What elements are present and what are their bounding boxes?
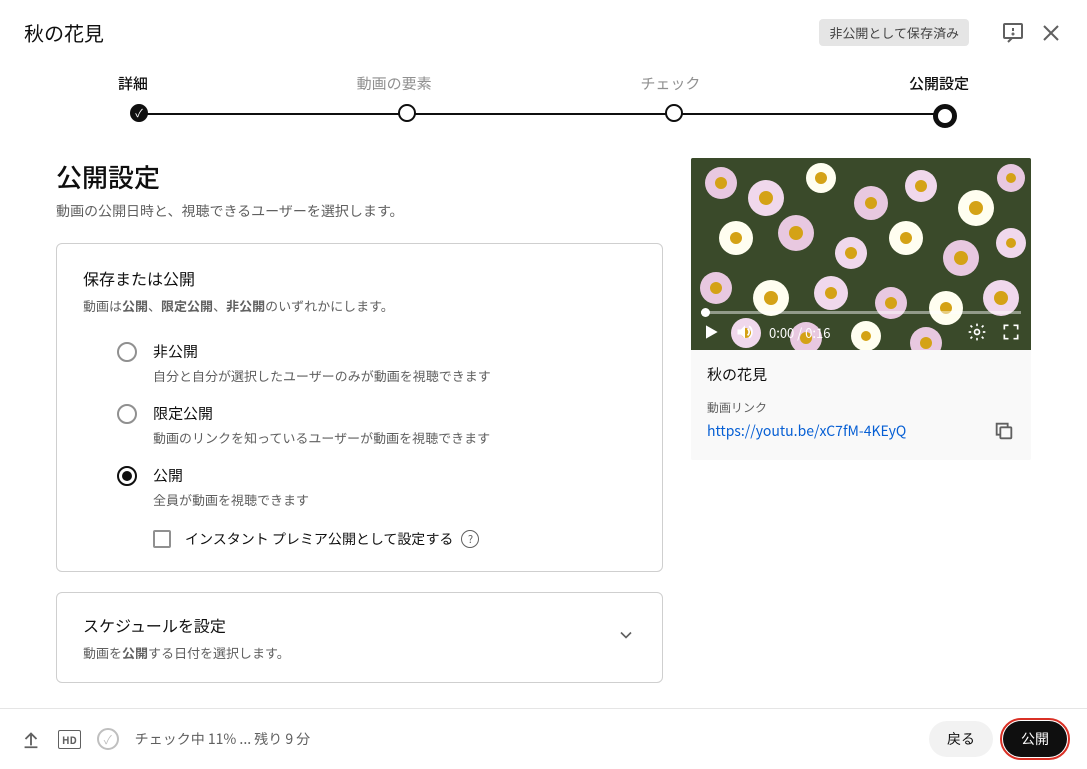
- schedule-title: スケジュールを設定: [83, 613, 290, 637]
- hd-badge: HD: [58, 730, 81, 749]
- volume-icon[interactable]: [735, 322, 755, 342]
- step-dot-details[interactable]: [130, 104, 148, 122]
- step-label-visibility[interactable]: 公開設定: [909, 73, 969, 94]
- check-progress-icon: ✓: [97, 728, 119, 750]
- publish-button[interactable]: 公開: [1003, 721, 1067, 757]
- save-card-title: 保存または公開: [83, 266, 636, 290]
- dialog-header: 秋の花見 非公開として保存済み: [0, 0, 1087, 61]
- copy-icon[interactable]: [993, 420, 1015, 442]
- dialog-content: 公開設定 動画の公開日時と、視聴できるユーザーを選択します。 保存または公開 動…: [0, 134, 1087, 708]
- close-icon[interactable]: [1039, 21, 1063, 45]
- schedule-subtitle: 動画を公開する日付を選択します。: [83, 643, 290, 662]
- step-dot-visibility[interactable]: [933, 104, 957, 128]
- dialog-title: 秋の花見: [24, 18, 819, 47]
- right-column: 0:00 / 0:16 秋の花見 動画リンク https://youtu.be/…: [691, 158, 1031, 708]
- feedback-icon[interactable]: [1001, 21, 1025, 45]
- radio-public-title: 公開: [153, 465, 636, 486]
- step-label-elements[interactable]: 動画の要素: [357, 73, 432, 94]
- radio-icon: [117, 466, 137, 486]
- left-column: 公開設定 動画の公開日時と、視聴できるユーザーを選択します。 保存または公開 動…: [56, 158, 663, 708]
- radio-private-desc: 自分と自分が選択したユーザーのみが動画を視聴できます: [153, 366, 636, 385]
- help-icon[interactable]: ?: [461, 530, 479, 548]
- radio-unlisted-title: 限定公開: [153, 403, 636, 424]
- radio-public-desc: 全員が動画を視聴できます: [153, 490, 636, 509]
- fullscreen-icon[interactable]: [1001, 322, 1021, 342]
- video-link-label: 動画リンク: [707, 399, 1015, 416]
- upload-dialog: 秋の花見 非公開として保存済み 詳細 動画の要素 チェック 公開設定 公: [0, 0, 1087, 769]
- preview-info: 秋の花見 動画リンク https://youtu.be/xC7fM-4KEyQ: [691, 350, 1031, 460]
- radio-private-title: 非公開: [153, 341, 636, 362]
- back-button[interactable]: 戻る: [929, 721, 993, 757]
- radio-private[interactable]: 非公開 自分と自分が選択したユーザーのみが動画を視聴できます: [83, 333, 636, 395]
- stepper: 詳細 動画の要素 チェック 公開設定: [0, 61, 1087, 134]
- page-subtitle: 動画の公開日時と、視聴できるユーザーを選択します。: [56, 201, 663, 221]
- schedule-card[interactable]: スケジュールを設定 動画を公開する日付を選択します。: [56, 592, 663, 683]
- step-dot-checks[interactable]: [665, 104, 683, 122]
- footer-status-area: HD ✓ チェック中 11% ... 残り 9 分: [20, 728, 310, 750]
- preview-video-title: 秋の花見: [707, 364, 1015, 385]
- instant-premiere-row: インスタント プレミア公開として設定する ?: [83, 529, 636, 549]
- page-title: 公開設定: [56, 158, 663, 195]
- video-link[interactable]: https://youtu.be/xC7fM-4KEyQ: [707, 421, 906, 441]
- instant-premiere-label: インスタント プレミア公開として設定する: [185, 529, 453, 549]
- save-card-subtitle: 動画は公開、限定公開、非公開のいずれかにします。: [83, 296, 636, 315]
- radio-public[interactable]: 公開 全員が動画を視聴できます: [83, 457, 636, 519]
- instant-premiere-checkbox[interactable]: [153, 530, 171, 548]
- footer-status-text: チェック中 11% ... 残り 9 分: [135, 729, 311, 749]
- step-dot-elements[interactable]: [398, 104, 416, 122]
- video-controls: 0:00 / 0:16: [691, 314, 1031, 350]
- dialog-footer: HD ✓ チェック中 11% ... 残り 9 分 戻る 公開: [0, 708, 1087, 769]
- save-or-publish-card: 保存または公開 動画は公開、限定公開、非公開のいずれかにします。 非公開 自分と…: [56, 243, 663, 572]
- play-icon[interactable]: [701, 322, 721, 342]
- step-label-details[interactable]: 詳細: [118, 73, 148, 94]
- radio-unlisted-desc: 動画のリンクを知っているユーザーが動画を視聴できます: [153, 428, 636, 447]
- step-label-checks[interactable]: チェック: [640, 73, 700, 94]
- video-time: 0:00 / 0:16: [769, 323, 830, 342]
- video-thumbnail[interactable]: 0:00 / 0:16: [691, 158, 1031, 350]
- video-preview: 0:00 / 0:16 秋の花見 動画リンク https://youtu.be/…: [691, 158, 1031, 460]
- settings-icon[interactable]: [967, 322, 987, 342]
- radio-unlisted[interactable]: 限定公開 動画のリンクを知っているユーザーが動画を視聴できます: [83, 395, 636, 457]
- upload-icon: [20, 728, 42, 750]
- saved-status-badge: 非公開として保存済み: [819, 19, 969, 46]
- radio-icon: [117, 404, 137, 424]
- chevron-down-icon: [616, 625, 636, 650]
- radio-icon: [117, 342, 137, 362]
- visibility-radio-group: 非公開 自分と自分が選択したユーザーのみが動画を視聴できます 限定公開 動画のリ…: [83, 333, 636, 549]
